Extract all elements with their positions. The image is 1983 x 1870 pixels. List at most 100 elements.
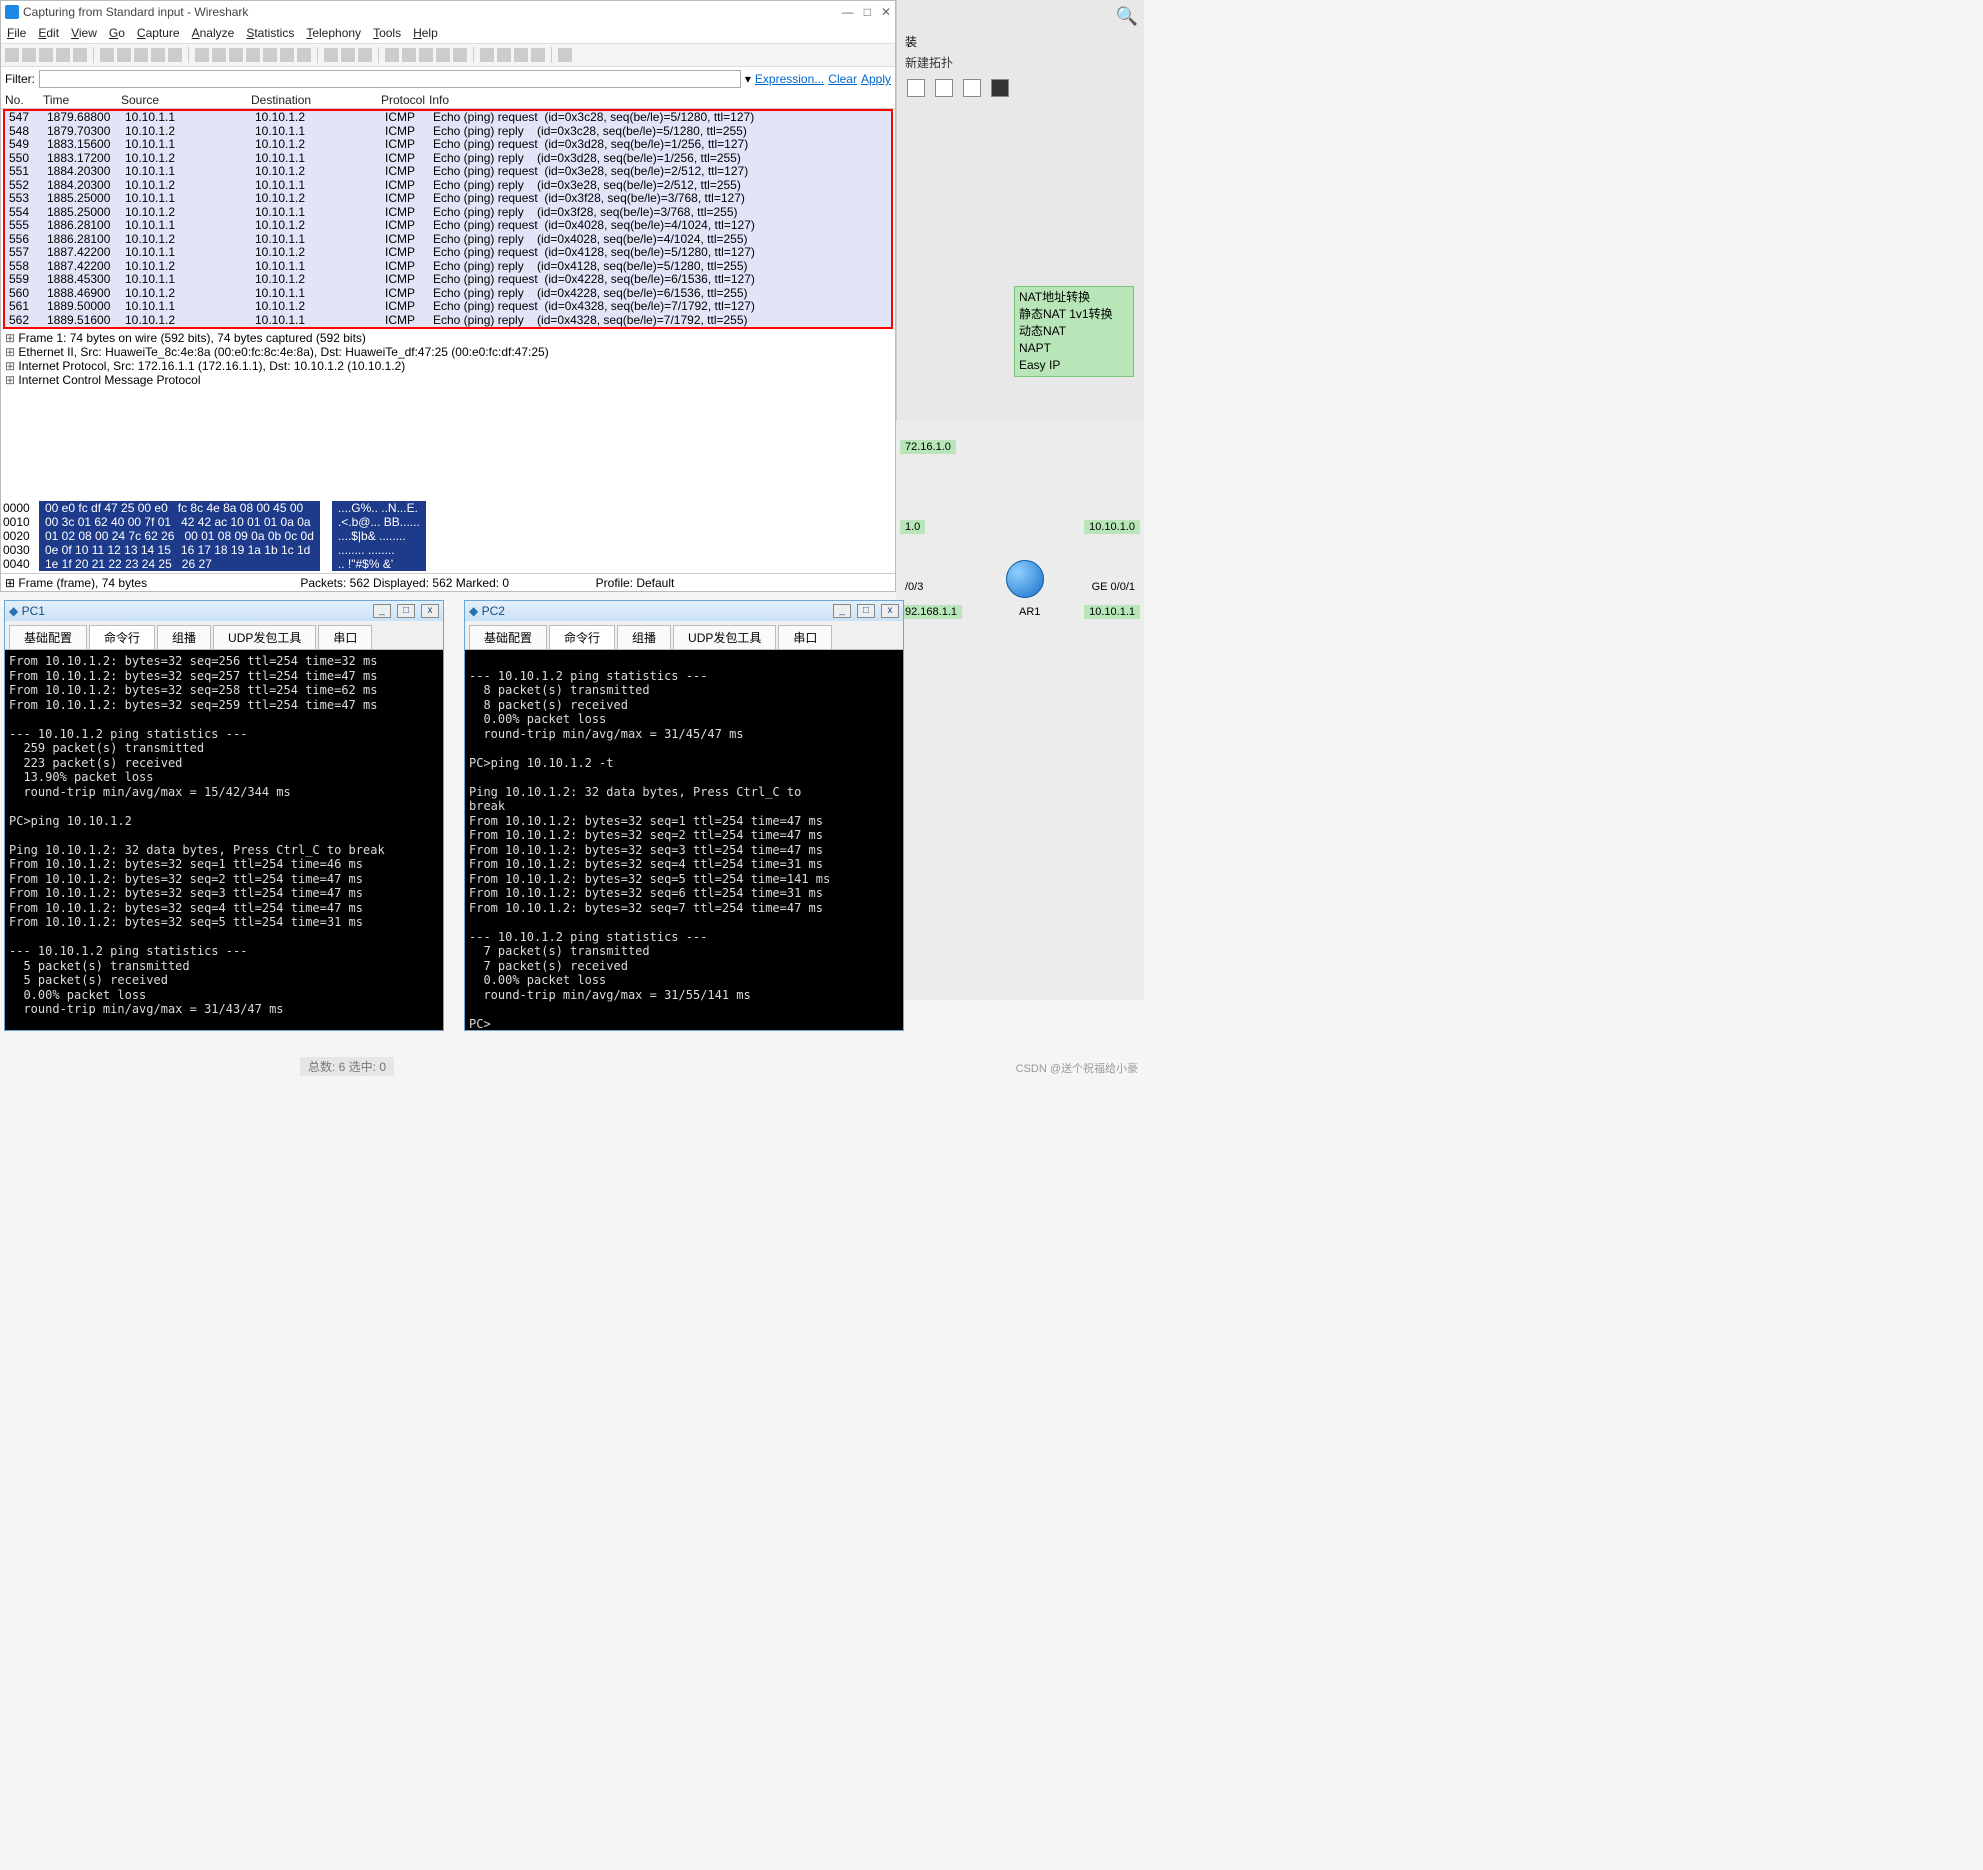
toolbar-icon[interactable] <box>341 48 355 62</box>
packet-row[interactable]: 5521884.2030010.10.1.210.10.1.1ICMPEcho … <box>5 179 891 193</box>
tab-1[interactable]: 命令行 <box>89 625 155 649</box>
close-button[interactable]: ✕ <box>881 5 891 19</box>
packet-row[interactable]: 5561886.2810010.10.1.210.10.1.1ICMPEcho … <box>5 233 891 247</box>
packet-row[interactable]: 5571887.4220010.10.1.110.10.1.2ICMPEcho … <box>5 246 891 260</box>
toolbar-icon[interactable] <box>514 48 528 62</box>
maximize-button[interactable]: □ <box>864 5 871 19</box>
packet-row[interactable]: 5541885.2500010.10.1.210.10.1.1ICMPEcho … <box>5 206 891 220</box>
toolbar-icon[interactable] <box>212 48 226 62</box>
packet-row[interactable]: 5581887.4220010.10.1.210.10.1.1ICMPEcho … <box>5 260 891 274</box>
tree-item[interactable]: Ethernet II, Src: HuaweiTe_8c:4e:8a (00:… <box>5 345 891 359</box>
packet-row[interactable]: 5531885.2500010.10.1.110.10.1.2ICMPEcho … <box>5 192 891 206</box>
toolbar-icon[interactable] <box>480 48 494 62</box>
packet-row[interactable]: 5591888.4530010.10.1.110.10.1.2ICMPEcho … <box>5 273 891 287</box>
tab-3[interactable]: UDP发包工具 <box>213 625 316 649</box>
packet-row[interactable]: 5511884.2030010.10.1.110.10.1.2ICMPEcho … <box>5 165 891 179</box>
menu-edit[interactable]: Edit <box>38 26 59 40</box>
pc1-terminal[interactable]: From 10.10.1.2: bytes=32 seq=256 ttl=254… <box>5 650 443 1030</box>
tab-0[interactable]: 基础配置 <box>9 625 87 649</box>
packet-row[interactable]: 5621889.5160010.10.1.210.10.1.1ICMPEcho … <box>5 314 891 328</box>
toolbar-icon[interactable] <box>195 48 209 62</box>
tab-0[interactable]: 基础配置 <box>469 625 547 649</box>
tree-item[interactable]: Frame 1: 74 bytes on wire (592 bits), 74… <box>5 331 891 345</box>
col-info[interactable]: Info <box>429 93 891 107</box>
menu-telephony[interactable]: Telephony <box>306 26 361 40</box>
packet-row[interactable]: 5551886.2810010.10.1.110.10.1.2ICMPEcho … <box>5 219 891 233</box>
toolbar-icon[interactable] <box>419 48 433 62</box>
clear-link[interactable]: Clear <box>828 72 857 86</box>
toolbar-icon[interactable] <box>5 48 19 62</box>
toolbar-icon[interactable] <box>229 48 243 62</box>
toolbar-icon[interactable] <box>436 48 450 62</box>
toolbar-icon[interactable] <box>73 48 87 62</box>
col-no[interactable]: No. <box>5 93 43 107</box>
menu-capture[interactable]: Capture <box>137 26 180 40</box>
toolbar-icon[interactable] <box>297 48 311 62</box>
col-time[interactable]: Time <box>43 93 121 107</box>
toolbar-icon[interactable] <box>324 48 338 62</box>
packet-tree[interactable]: Frame 1: 74 bytes on wire (592 bits), 74… <box>1 329 895 389</box>
toolbar-icon[interactable] <box>558 48 572 62</box>
apply-link[interactable]: Apply <box>861 72 891 86</box>
toolbar-icon[interactable] <box>531 48 545 62</box>
tab-4[interactable]: 串口 <box>318 625 372 649</box>
close-button[interactable]: x <box>421 604 439 618</box>
toolbar-icon[interactable] <box>22 48 36 62</box>
minimize-button[interactable]: — <box>842 5 854 19</box>
toolbar-icon[interactable] <box>358 48 372 62</box>
router-icon[interactable] <box>1006 560 1044 598</box>
packet-list[interactable]: 5471879.6880010.10.1.110.10.1.2ICMPEcho … <box>3 109 893 329</box>
toolbar-icon[interactable] <box>263 48 277 62</box>
tree-item[interactable]: Internet Control Message Protocol <box>5 373 891 387</box>
toolbar-icon[interactable] <box>56 48 70 62</box>
toolbar-icon[interactable] <box>402 48 416 62</box>
hex-dump[interactable]: 00000010002000300040 00 e0 fc df 47 25 0… <box>1 499 895 573</box>
maximize-button[interactable]: □ <box>397 604 415 618</box>
col-source[interactable]: Source <box>121 93 251 107</box>
minimize-button[interactable]: _ <box>833 604 851 618</box>
packet-row[interactable]: 5601888.4690010.10.1.210.10.1.1ICMPEcho … <box>5 287 891 301</box>
panel-icon[interactable] <box>963 79 981 97</box>
toolbar-icon[interactable] <box>246 48 260 62</box>
tab-2[interactable]: 组播 <box>157 625 211 649</box>
topology-canvas[interactable]: 72.16.1.0 1.0 10.10.1.0 /0/3 GE 0/0/1 AR… <box>896 420 1144 1000</box>
filter-input[interactable] <box>39 70 741 88</box>
menu-view[interactable]: View <box>71 26 97 40</box>
pc2-terminal[interactable]: --- 10.10.1.2 ping statistics --- 8 pack… <box>465 650 903 1030</box>
tree-item[interactable]: Internet Protocol, Src: 172.16.1.1 (172.… <box>5 359 891 373</box>
new-topo-label[interactable]: 新建拓扑 <box>897 50 1144 75</box>
menu-statistics[interactable]: Statistics <box>246 26 294 40</box>
col-proto[interactable]: Protocol <box>381 93 429 107</box>
toolbar-icon[interactable] <box>280 48 294 62</box>
toolbar-icon[interactable] <box>100 48 114 62</box>
menu-help[interactable]: Help <box>413 26 438 40</box>
tab-3[interactable]: UDP发包工具 <box>673 625 776 649</box>
menu-go[interactable]: Go <box>109 26 125 40</box>
toolbar-icon[interactable] <box>39 48 53 62</box>
packet-row[interactable]: 5611889.5000010.10.1.110.10.1.2ICMPEcho … <box>5 300 891 314</box>
toolbar-icon[interactable] <box>151 48 165 62</box>
toolbar-icon[interactable] <box>497 48 511 62</box>
maximize-button[interactable]: □ <box>857 604 875 618</box>
tab-2[interactable]: 组播 <box>617 625 671 649</box>
tab-1[interactable]: 命令行 <box>549 625 615 649</box>
close-button[interactable]: x <box>881 604 899 618</box>
toolbar-icon[interactable] <box>117 48 131 62</box>
packet-row[interactable]: 5471879.6880010.10.1.110.10.1.2ICMPEcho … <box>5 111 891 125</box>
col-dest[interactable]: Destination <box>251 93 381 107</box>
packet-row[interactable]: 5481879.7030010.10.1.210.10.1.1ICMPEcho … <box>5 125 891 139</box>
toolbar-icon[interactable] <box>385 48 399 62</box>
filter-dropdown-icon[interactable]: ▾ <box>745 72 751 86</box>
panel-icon[interactable] <box>991 79 1009 97</box>
packet-row[interactable]: 5491883.1560010.10.1.110.10.1.2ICMPEcho … <box>5 138 891 152</box>
toolbar-icon[interactable] <box>168 48 182 62</box>
panel-icon[interactable] <box>907 79 925 97</box>
packet-row[interactable]: 5501883.1720010.10.1.210.10.1.1ICMPEcho … <box>5 152 891 166</box>
toolbar-icon[interactable] <box>134 48 148 62</box>
minimize-button[interactable]: _ <box>373 604 391 618</box>
expression-link[interactable]: Expression... <box>755 72 824 86</box>
panel-icon[interactable] <box>935 79 953 97</box>
tab-4[interactable]: 串口 <box>778 625 832 649</box>
menu-tools[interactable]: Tools <box>373 26 401 40</box>
menu-file[interactable]: File <box>7 26 26 40</box>
